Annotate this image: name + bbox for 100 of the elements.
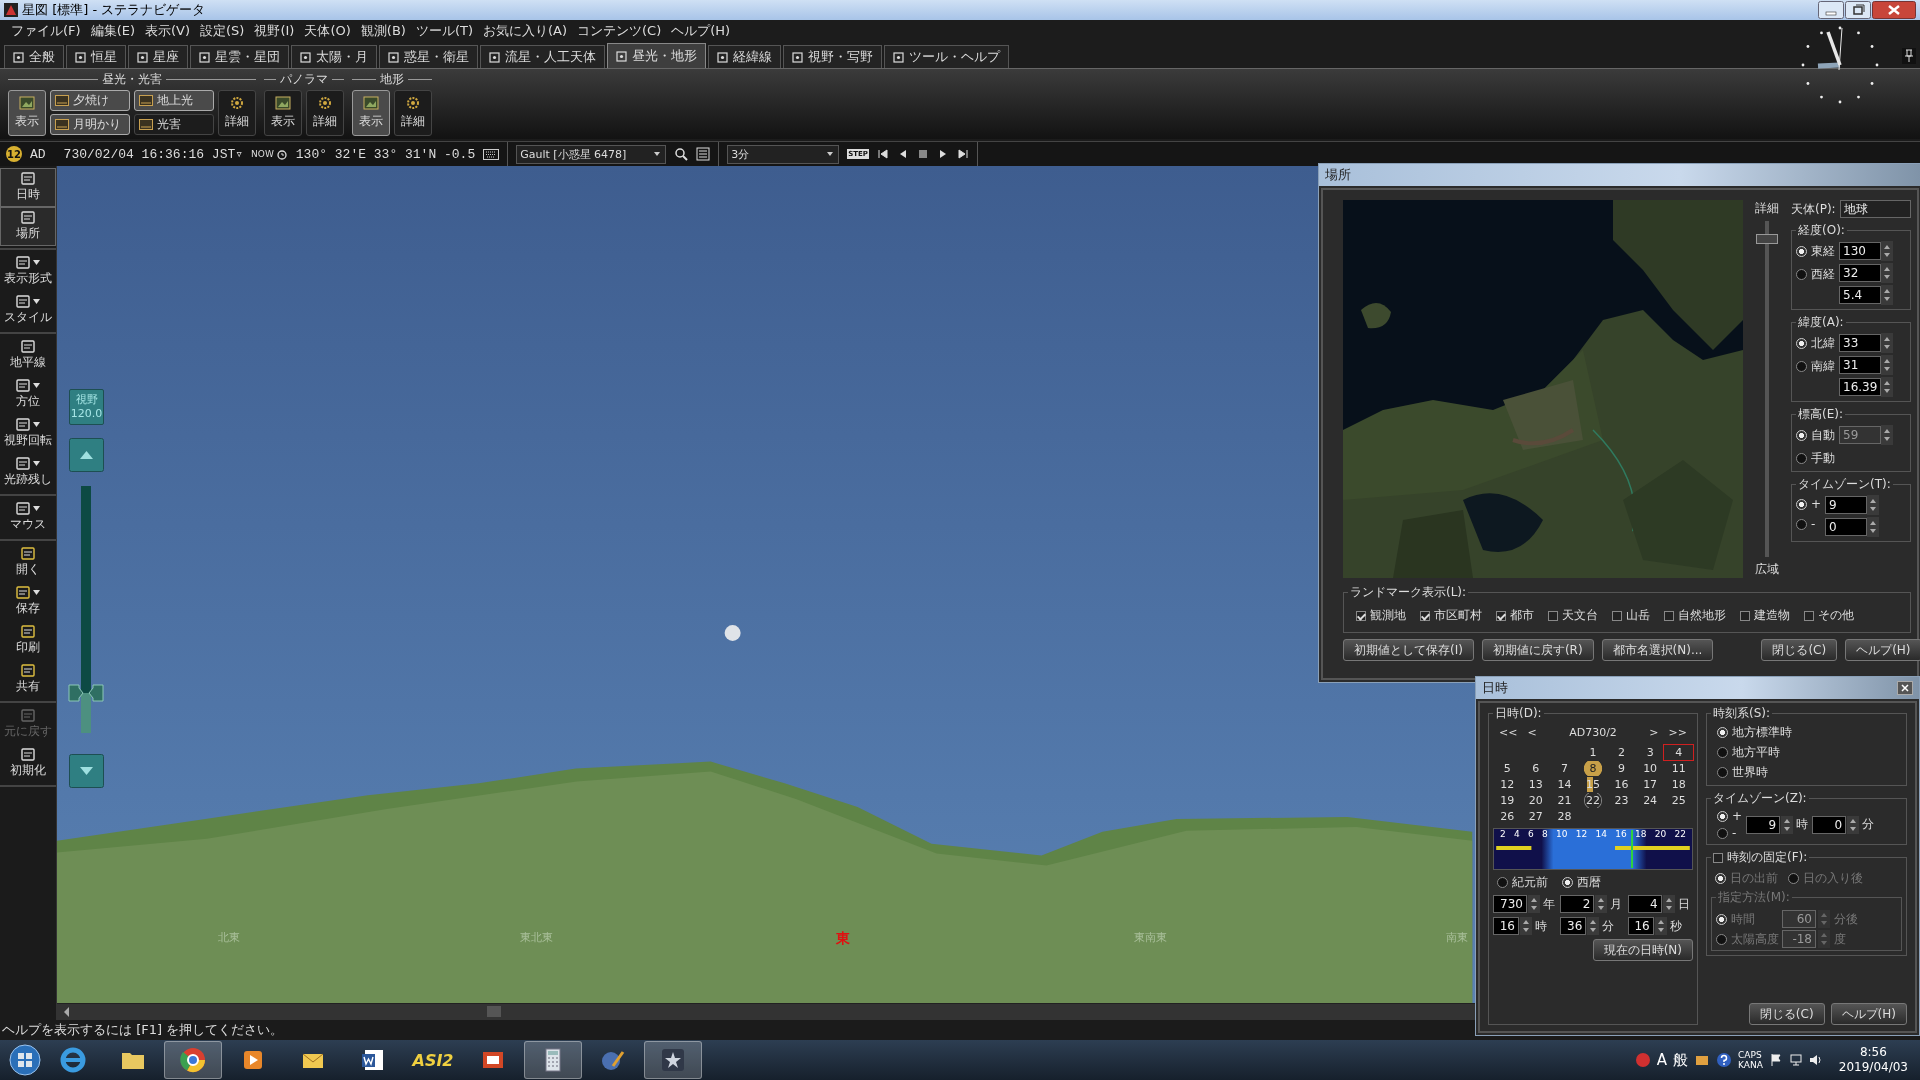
spin-button[interactable]: [1881, 425, 1893, 445]
dialog-button[interactable]: 現在の日時(N): [1592, 939, 1693, 961]
sidebar-button[interactable]: 開く: [0, 543, 56, 582]
sidebar-button[interactable]: 初期化: [0, 744, 56, 783]
radio-option[interactable]: +: [1796, 497, 1822, 511]
close-icon[interactable]: [1872, 1, 1916, 19]
spin-button[interactable]: [1881, 241, 1893, 261]
start-button[interactable]: [8, 1043, 42, 1077]
checkbox-option[interactable]: 都市: [1496, 607, 1534, 624]
sidebar-button[interactable]: 方位: [0, 375, 56, 414]
nav-button[interactable]: >>: [1668, 726, 1687, 739]
ribbon-button[interactable]: 詳細: [218, 90, 256, 136]
spin-button[interactable]: [1881, 285, 1893, 305]
skip-forward-icon[interactable]: [956, 148, 969, 160]
radio-option[interactable]: 地方標準時: [1717, 724, 1902, 741]
radio-option[interactable]: +: [1717, 809, 1743, 823]
spin-button[interactable]: [1881, 333, 1893, 353]
ime-indicator[interactable]: 般: [1673, 1050, 1689, 1070]
alarm-clock-icon[interactable]: [275, 148, 288, 160]
ribbon-button[interactable]: 表示: [8, 90, 46, 136]
nav-button[interactable]: <: [1527, 726, 1537, 739]
number-field[interactable]: 0: [1825, 518, 1868, 536]
ribbon-button[interactable]: 夕焼け: [50, 90, 130, 111]
number-field[interactable]: -18: [1782, 930, 1816, 948]
menu-item[interactable]: 天体(O): [299, 22, 356, 40]
number-field[interactable]: 130: [1839, 242, 1881, 260]
ribbon-button[interactable]: 詳細: [306, 90, 344, 136]
dialog-button[interactable]: ヘルプ(H): [1845, 639, 1920, 661]
calendar-day[interactable]: 7: [1550, 761, 1579, 776]
spin-button[interactable]: [1595, 895, 1608, 913]
number-field[interactable]: 5.4: [1839, 286, 1881, 304]
calendar-day[interactable]: 23: [1607, 793, 1636, 808]
radio-option[interactable]: 世界時: [1717, 764, 1902, 781]
calendar-day[interactable]: 4: [1664, 745, 1693, 760]
horizontal-scrollbar[interactable]: [57, 1003, 1475, 1020]
spin-button[interactable]: [1654, 917, 1667, 935]
sidebar-button[interactable]: 保存: [0, 582, 56, 621]
calendar-day[interactable]: 13: [1521, 777, 1551, 792]
number-field[interactable]: 730: [1493, 895, 1527, 913]
calendar-day[interactable]: 16: [1607, 777, 1636, 792]
calendar-day[interactable]: 6: [1521, 761, 1551, 776]
number-field[interactable]: 2: [1560, 895, 1595, 913]
skip-back-icon[interactable]: [876, 148, 889, 160]
sidebar-button[interactable]: 共有: [0, 660, 56, 699]
target-dropdown[interactable]: Gault [小惑星 6478]: [516, 144, 667, 164]
spin-button[interactable]: [1867, 495, 1880, 515]
search-icon[interactable]: [674, 147, 689, 161]
spin-button[interactable]: [1520, 917, 1532, 935]
spin-button[interactable]: [1867, 517, 1880, 537]
pin-icon[interactable]: [1902, 48, 1916, 64]
radio-option[interactable]: 地方平時: [1717, 744, 1902, 761]
minimize-icon[interactable]: [1818, 1, 1844, 19]
spin-button[interactable]: [1662, 895, 1675, 913]
calendar-day[interactable]: 11: [1664, 761, 1693, 776]
taskbar-clock[interactable]: 8:56 2019/04/03: [1838, 1045, 1908, 1075]
menu-item[interactable]: 編集(E): [85, 22, 140, 40]
number-field[interactable]: 9: [1746, 815, 1781, 834]
close-icon[interactable]: [1897, 681, 1913, 695]
spin-button[interactable]: [1881, 263, 1893, 283]
radio-option[interactable]: 南緯: [1796, 358, 1835, 375]
calendar-day[interactable]: 26: [1493, 809, 1522, 824]
sidebar-button[interactable]: 日時: [0, 168, 56, 207]
menu-item[interactable]: 表示(V): [140, 22, 196, 40]
restore-icon[interactable]: [1845, 1, 1871, 19]
calendar-day[interactable]: 5: [1493, 761, 1522, 776]
checkbox-option[interactable]: 自然地形: [1664, 607, 1726, 624]
body-dropdown[interactable]: 地球: [1839, 200, 1911, 218]
datetime-text[interactable]: 730/02/04 16:36:16 JST▿: [63, 146, 244, 162]
list-icon[interactable]: [696, 147, 711, 161]
spin-button[interactable]: [1781, 815, 1794, 834]
spin-button[interactable]: [1587, 917, 1600, 935]
spin-button[interactable]: [1847, 815, 1860, 834]
zoom-out-icon[interactable]: [69, 754, 104, 788]
tab[interactable]: 星雲・星団: [190, 45, 289, 68]
calendar-day[interactable]: 27: [1521, 809, 1551, 824]
help-icon[interactable]: [1716, 1052, 1733, 1068]
number-field[interactable]: 0: [1812, 815, 1847, 834]
taskbar-app[interactable]: [644, 1041, 702, 1079]
stop-icon[interactable]: [916, 148, 929, 160]
tab[interactable]: 昼光・地形: [607, 43, 706, 68]
radio-option[interactable]: -: [1717, 826, 1743, 840]
number-field[interactable]: 16.39: [1839, 378, 1881, 396]
tab[interactable]: 視野・写野: [783, 45, 882, 68]
calendar-day[interactable]: 2: [1607, 745, 1636, 760]
checkbox-option[interactable]: 山岳: [1612, 607, 1650, 624]
dialog-button[interactable]: 初期値に戻す(R): [1481, 639, 1594, 661]
sidebar-button[interactable]: 印刷: [0, 621, 56, 660]
taskbar-app[interactable]: [164, 1041, 222, 1079]
number-field[interactable]: 36: [1560, 917, 1587, 935]
sidebar-button[interactable]: 視野回転: [0, 414, 56, 453]
menu-item[interactable]: 視野(I): [249, 22, 300, 40]
dialog-button[interactable]: ヘルプ(H): [1830, 1003, 1907, 1025]
sidebar-button[interactable]: 光跡残し: [0, 453, 56, 492]
calendar-day[interactable]: 12: [1493, 777, 1522, 792]
position-text[interactable]: 130° 32'E 33° 31'N -0.5: [295, 146, 476, 162]
nav-button[interactable]: <<: [1499, 726, 1518, 739]
radio-option[interactable]: 西暦: [1562, 874, 1601, 891]
day-timeline[interactable]: 2 4 6 8 10 12 14 16 18 20 22: [1493, 828, 1693, 870]
slider-handle[interactable]: [68, 684, 104, 703]
menu-item[interactable]: ツール(T): [410, 22, 478, 40]
